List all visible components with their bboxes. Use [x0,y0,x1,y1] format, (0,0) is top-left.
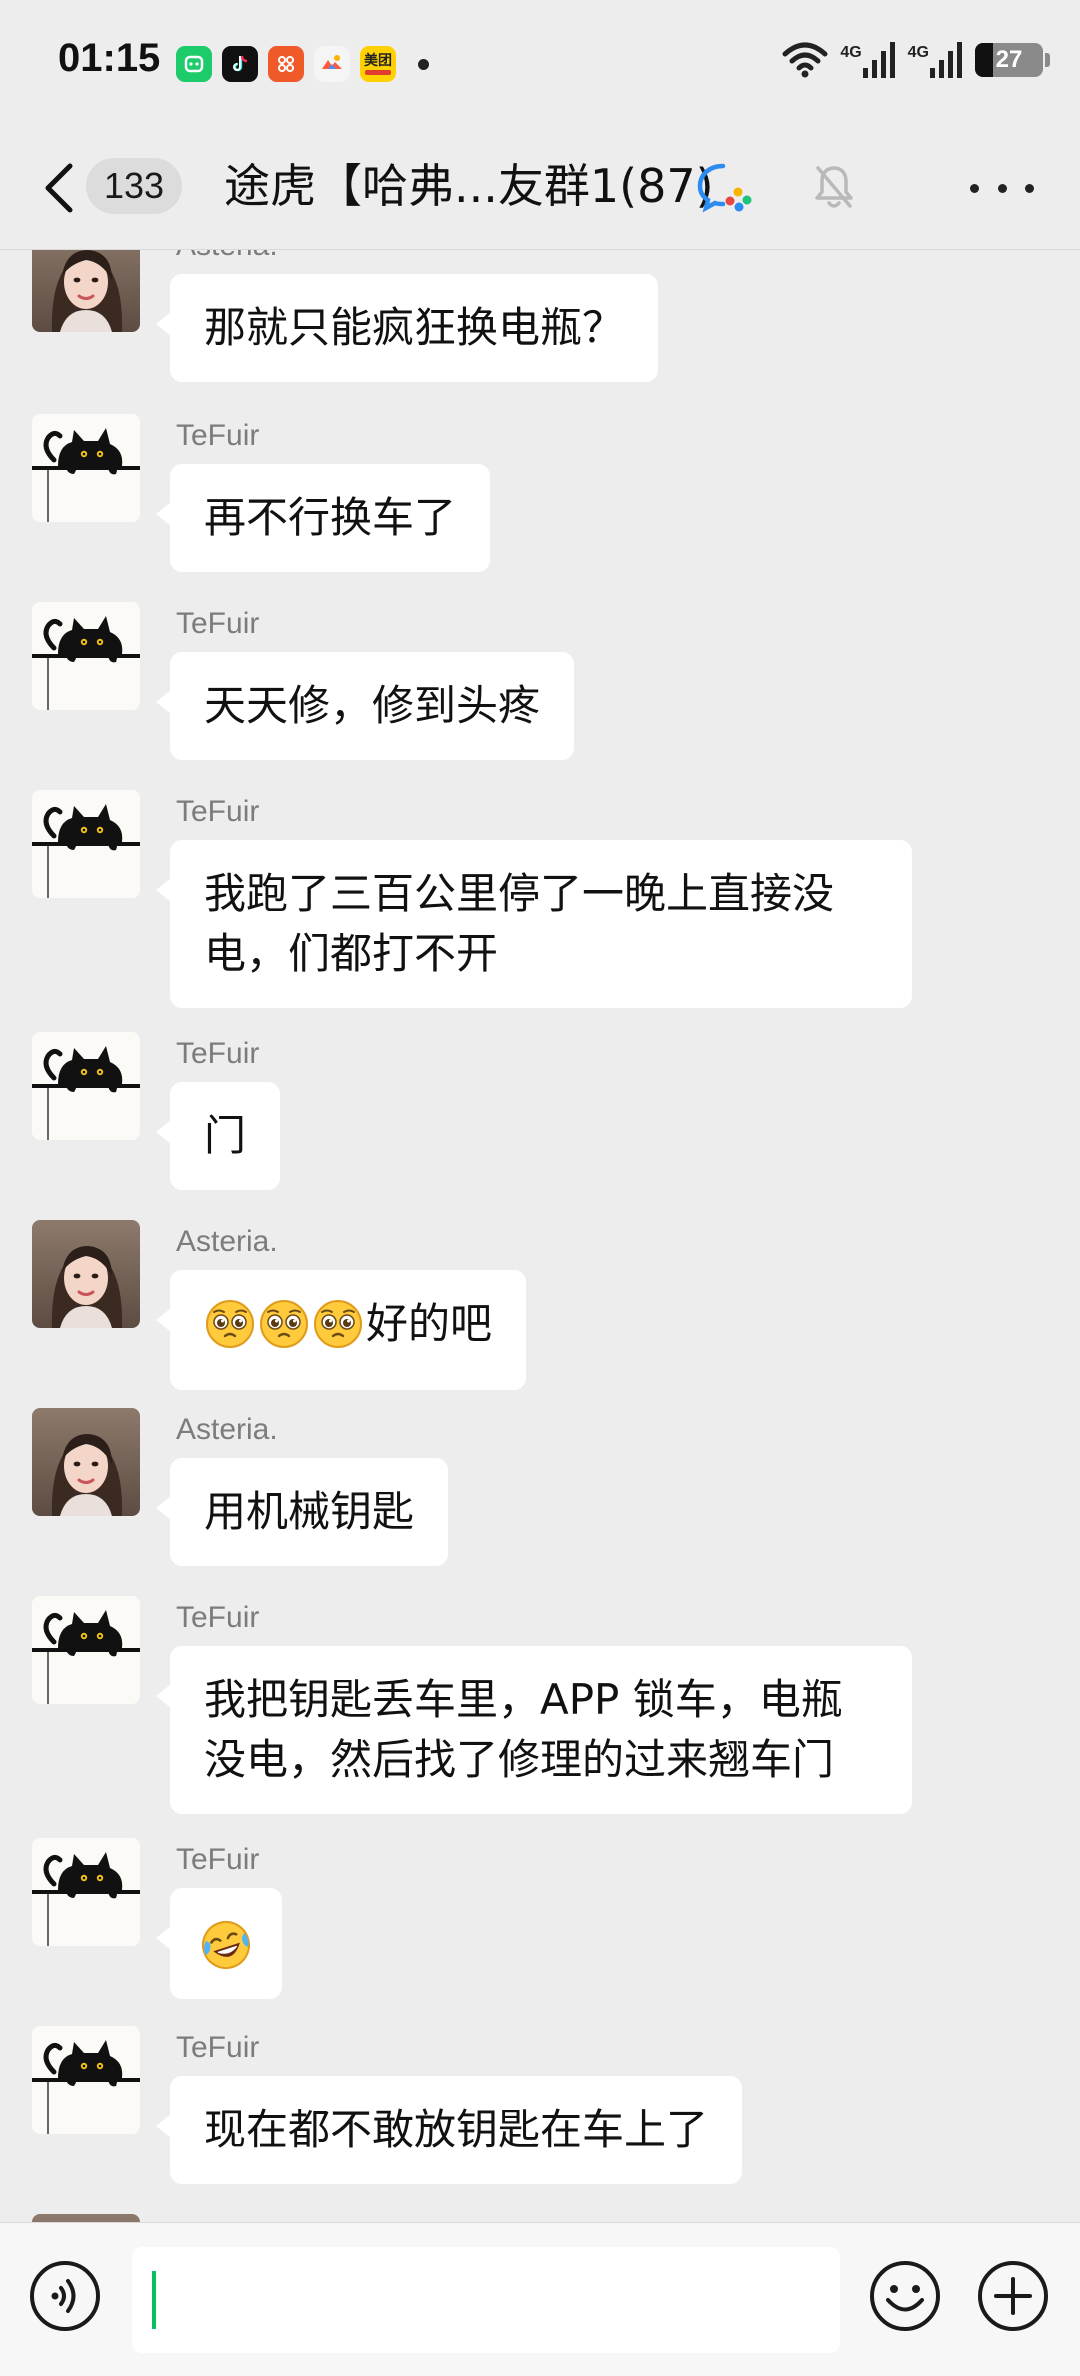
avatar[interactable] [32,414,140,522]
battery-icon: 27 [975,43,1043,77]
avatar[interactable] [32,2026,140,2134]
sender-name: TeFuir [176,607,260,640]
laughing-crying-face-icon [202,1920,250,1969]
message-input[interactable] [132,2247,840,2353]
message-bubble[interactable]: 门 [155,1082,281,1190]
dot [1025,183,1034,193]
message-bubble[interactable]: 再不行换车了 [155,464,491,572]
avatar[interactable] [32,602,140,710]
back-button[interactable] [36,160,86,216]
battery-level: 27 [995,46,1023,73]
unread-count-badge[interactable]: 133 [86,158,182,214]
more-options-button[interactable] [970,168,1034,208]
message-bubble[interactable]: 好的吧 [155,1270,527,1390]
sender-name: TeFuir [176,1843,260,1876]
status-indicators: 4G 4G 27 [780,40,1050,80]
avatar[interactable] [32,250,140,332]
network-type-2: 4G [907,44,929,61]
status-bar: 01:15 美团 4G 4G 27 [0,0,1080,124]
message-bubble[interactable]: 我跑了三百公里停了一晚上直接没电，们都打不开 [156,840,912,1008]
avatar[interactable] [32,1032,140,1140]
chat-title[interactable]: 途虎【哈弗...友群1(87) [224,154,714,218]
voice-input-button[interactable] [28,2259,102,2333]
message-bubble[interactable]: 天天修，修到头疼 [155,652,575,760]
network-type-1: 4G [840,44,862,61]
chat-header: 133 途虎【哈弗...友群1(87) [0,124,1080,250]
pleading-face-icon [260,1300,308,1348]
dot [970,183,979,193]
signal-icon [862,42,895,78]
message-bubble[interactable] [156,1888,282,1999]
mute-bell-icon [815,166,853,208]
game-icon [314,46,350,82]
more-functions-button[interactable] [976,2259,1050,2333]
pleading-face-icon [314,1300,362,1348]
text-cursor [152,2271,156,2329]
sender-name: Asteria. [176,250,278,264]
more-notifications-dot [418,58,429,70]
sender-name: Asteria. [176,1225,278,1258]
wecom-icon[interactable] [696,160,758,216]
tiktok-icon [222,46,258,82]
meituan-label: 美团 [364,52,392,69]
message-bubble[interactable]: 我把钥匙丢车里，APP 锁车，电瓶没电，然后找了修理的过来翘车门 [156,1646,912,1814]
pleading-face-icon [206,1300,254,1348]
avatar[interactable] [32,1838,140,1946]
message-text: 好的吧 [366,1299,493,1348]
avatar[interactable] [32,1220,140,1328]
sender-name: Asteria. [176,1413,278,1446]
notification-app-icons: 美团 [176,46,429,82]
avatar[interactable] [32,1596,140,1704]
sender-name: TeFuir [176,795,260,828]
sender-name: TeFuir [176,1037,260,1070]
status-time: 01:15 [58,36,161,80]
emoji-button[interactable] [868,2259,942,2333]
avatar[interactable] [32,790,140,898]
message-bubble[interactable]: 现在都不敢放钥匙在车上了 [155,2076,743,2184]
emoji-row: 好的吧 [204,1294,492,1354]
message-bubble[interactable]: 用机械钥匙 [155,1458,449,1566]
wifi-icon [782,42,828,78]
meituan-icon: 美团 [360,46,396,82]
input-bar [0,2222,1080,2376]
avatar[interactable] [32,1408,140,1516]
avatar[interactable] [32,2214,140,2222]
message-bubble[interactable]: 那就只能疯狂换电瓶？ [155,274,659,382]
sender-name: TeFuir [176,2031,260,2064]
sender-name: TeFuir [176,419,260,452]
wechat-mini-icon [176,46,212,82]
app-grid-icon [268,46,304,82]
sender-name: TeFuir [176,1601,260,1634]
message-list[interactable]: Asteria. 那就只能疯狂换电瓶？ TeFuir 再不行换车了 TeFuir… [0,250,1080,2222]
dot [997,183,1007,193]
signal-icon [930,42,962,78]
